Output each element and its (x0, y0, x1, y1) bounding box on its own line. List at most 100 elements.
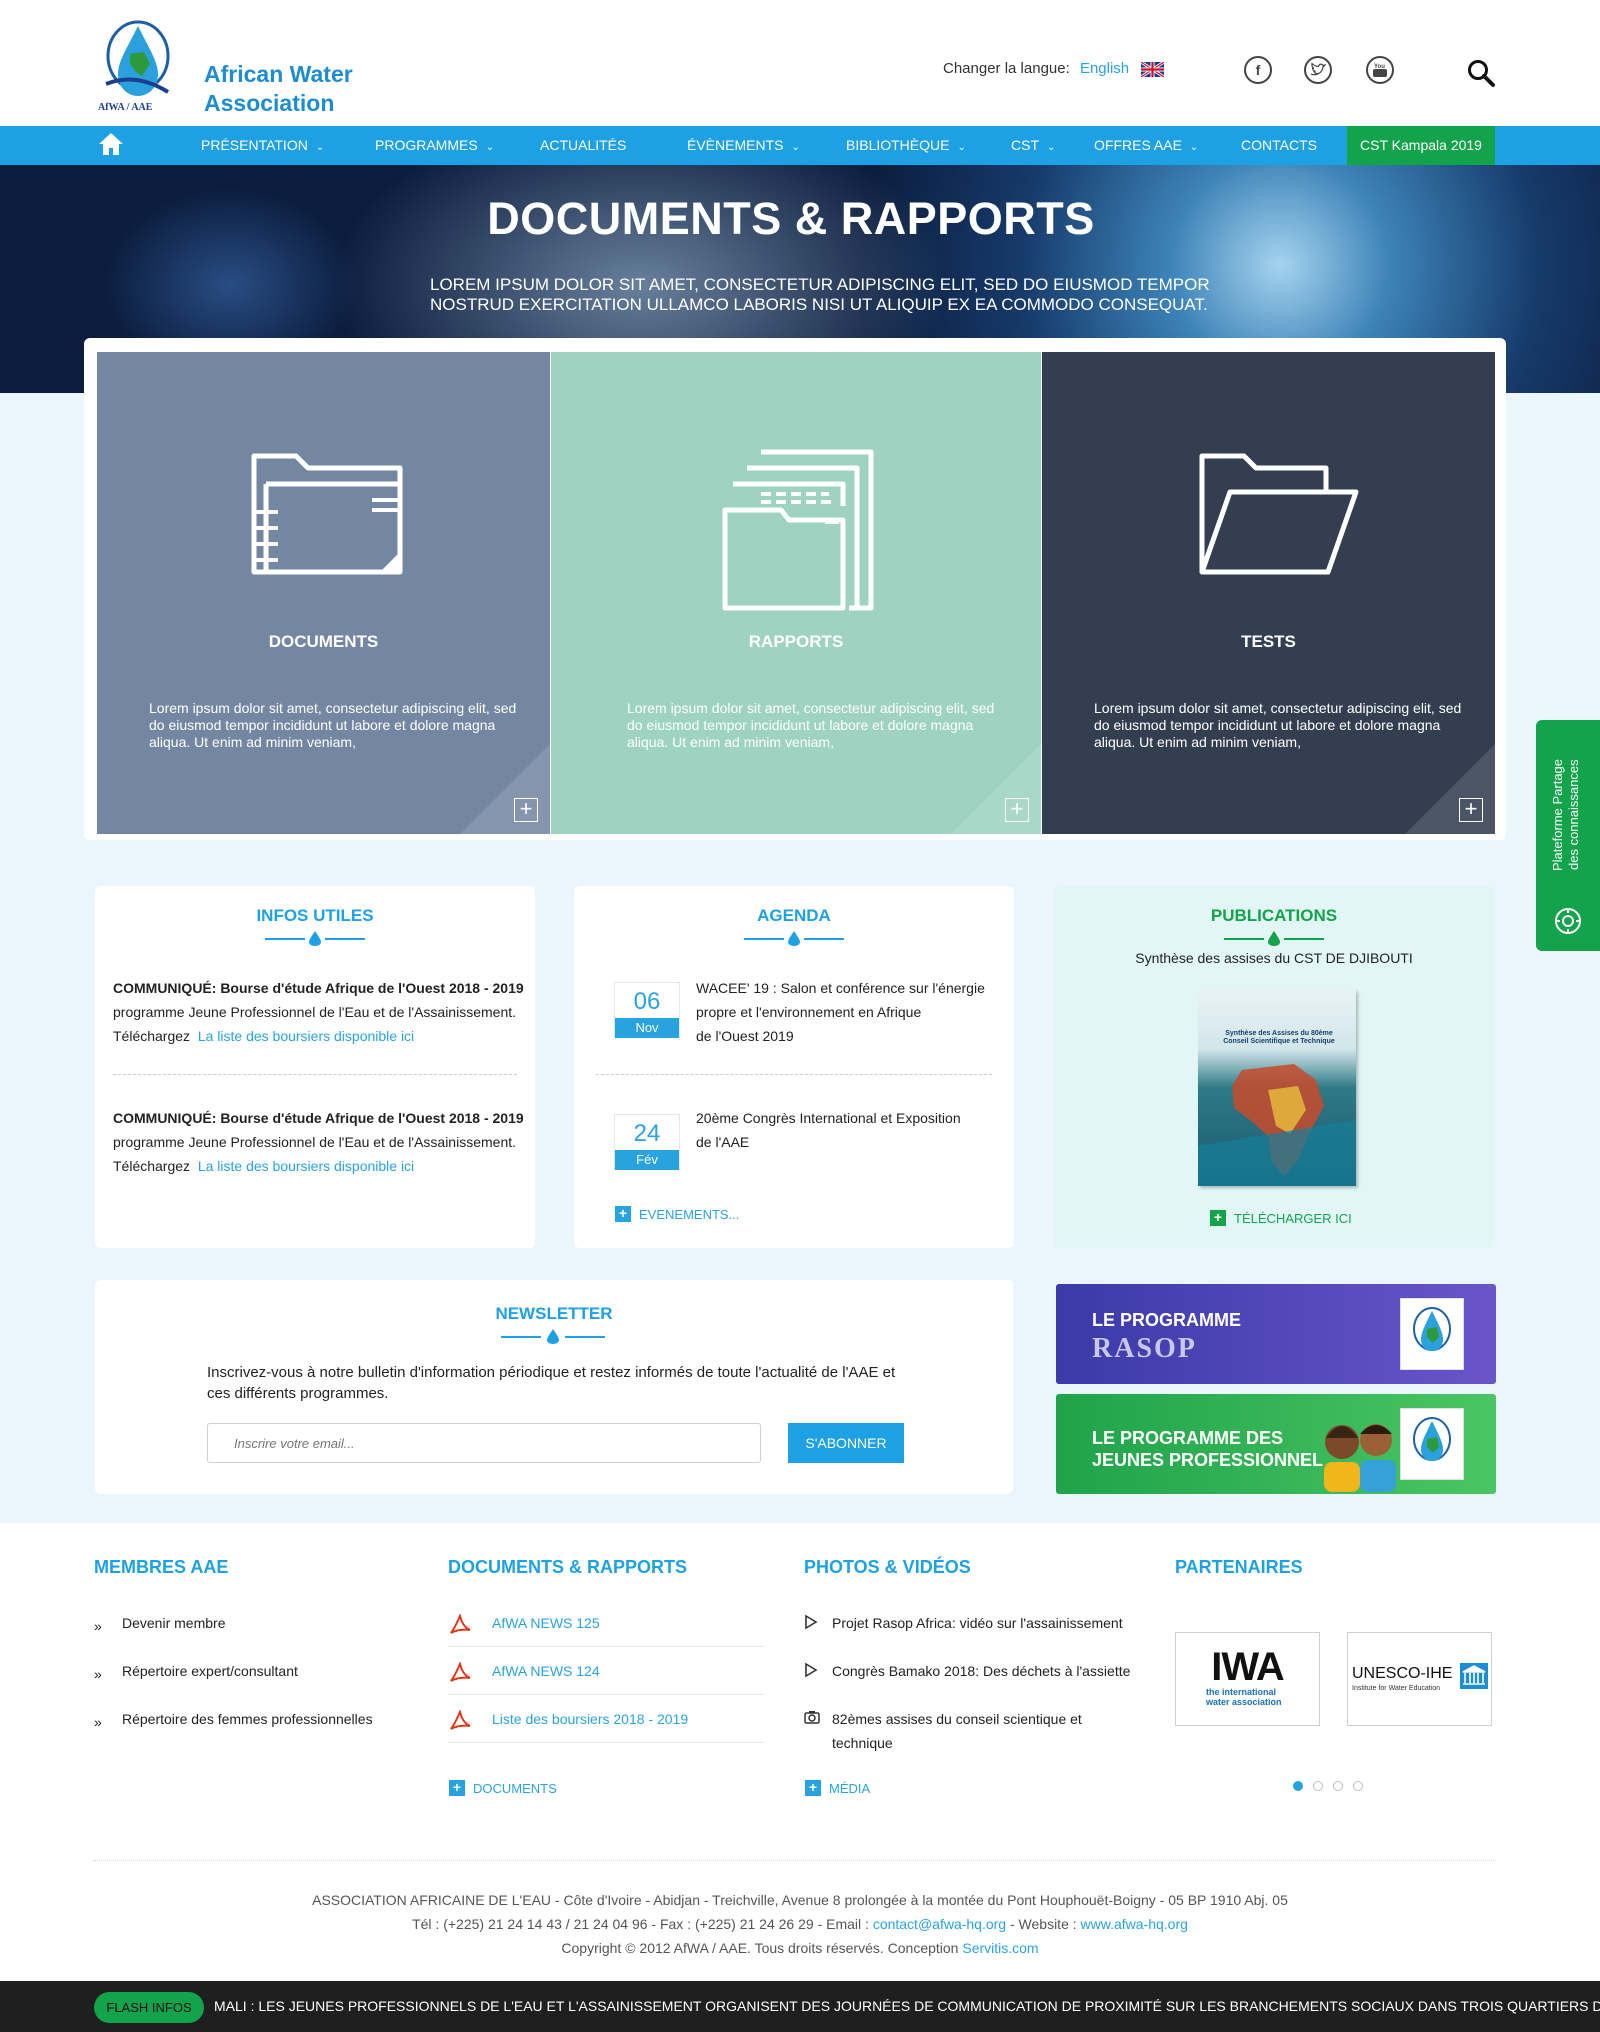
agenda-event-link[interactable]: WACEE' 19 : Salon et conférence sur l'én… (696, 976, 985, 1048)
nav-item-programmes[interactable]: PROGRAMMES ⌄ (375, 126, 494, 165)
knowledge-platform-tab[interactable]: Plateforme Partage des connaissances (1536, 720, 1600, 951)
carousel-dot[interactable] (1293, 1781, 1303, 1791)
nav-item-cst[interactable]: CST ⌄ (1011, 126, 1055, 165)
brand-name[interactable]: African Water Association (204, 60, 353, 118)
footer-doc-link[interactable]: Liste des boursiers 2018 - 2019 (448, 1707, 688, 1731)
main-nav: PRÉSENTATION ⌄ PROGRAMMES ⌄ ACTUALITÉS ÉVÈ… (0, 126, 1600, 165)
jeunes-professionnels-banner[interactable]: LE PROGRAMME DES JEUNES PROFESSIONNEL (1056, 1394, 1496, 1494)
card-tests[interactable]: TESTS Lorem ipsum dolor sit amet, consec… (1042, 352, 1495, 834)
nav-label: PROGRAMMES (375, 137, 478, 153)
unesco-logo-subtext: Institute for Water Education (1352, 1685, 1441, 1692)
footer-separator (94, 1860, 1496, 1861)
language-switcher: Changer la langue: English (943, 60, 1129, 77)
plus-icon: + (1210, 1210, 1226, 1226)
home-icon[interactable] (98, 132, 124, 156)
plus-icon: + (449, 1780, 465, 1796)
documents-more-link[interactable]: + DOCUMENTS (449, 1780, 557, 1796)
footer-link-label: Répertoire des femmes professionnelles (122, 1711, 373, 1727)
footer-divider (448, 1646, 764, 1647)
footer-documents-title: DOCUMENTS & RAPPORTS (448, 1557, 688, 1577)
media-more-link[interactable]: + MÉDIA (805, 1780, 870, 1796)
afwa-logo[interactable]: AfWA / AAE (96, 14, 176, 114)
unesco-logo-text: UNESCO-IHE (1352, 1665, 1453, 1682)
publication-cover[interactable]: Synthèse des Assises du 80ème Conseil Sc… (1198, 990, 1356, 1186)
footer-link-repertoire-expert[interactable]: » Répertoire expert/consultant (94, 1659, 298, 1683)
footer-link-repertoire-femmes[interactable]: » Répertoire des femmes professionnelles (94, 1707, 373, 1731)
agenda-text-line: de l'Ouest 2019 (696, 1028, 794, 1044)
nav-item-contacts[interactable]: CONTACTS (1241, 126, 1317, 165)
chevron-down-icon: ⌄ (315, 142, 325, 153)
subscribe-button[interactable]: S'ABONNER (788, 1423, 904, 1463)
footer-doc-link[interactable]: AfWA NEWS 125 (448, 1611, 600, 1635)
plus-icon[interactable]: + (1005, 798, 1029, 822)
evenements-more-link[interactable]: + EVENEMENTS... (615, 1206, 739, 1222)
nav-item-bibliotheque[interactable]: BIBLIOTHÈQUE ⌄ (846, 126, 966, 165)
telecharger-link[interactable]: + TÉLÉCHARGER ICI (1210, 1210, 1352, 1226)
footer-media-link[interactable]: 82èmes assises du conseil scientique et … (804, 1707, 1104, 1755)
flash-info-badge: FLASH INFOS (94, 1992, 204, 2023)
nav-item-offres[interactable]: OFFRES AAE ⌄ (1094, 126, 1198, 165)
card-documents[interactable]: DOCUMENTS Lorem ipsum dolor sit amet, co… (97, 352, 550, 834)
card-title: DOCUMENTS (268, 632, 379, 651)
pdf-icon (450, 1614, 471, 1634)
download-label: TÉLÉCHARGER ICI (1234, 1210, 1352, 1226)
footer-link-devenir-membre[interactable]: » Devenir membre (94, 1611, 225, 1635)
carousel-dot[interactable] (1353, 1781, 1363, 1791)
flash-info-bar: FLASH INFOS MALI : LES JEUNES PROFESSION… (0, 1981, 1600, 2032)
partner-unesco-logo[interactable]: UNESCO-IHE Institute for Water Education (1347, 1632, 1492, 1726)
hero-subtitle-line-1: LOREM IPSUM DOLOR SIT AMET, CONSECTETUR … (430, 275, 1210, 294)
panel-title: PUBLICATIONS (1210, 906, 1338, 925)
nav-item-presentation[interactable]: PRÉSENTATION ⌄ (201, 126, 324, 165)
folder-icon (251, 453, 403, 575)
flash-info-ticker[interactable]: MALI : LES JEUNES PROFESSIONNELS DE L'EA… (214, 1981, 1600, 2032)
plus-icon[interactable]: + (1459, 798, 1483, 822)
nav-item-evenements[interactable]: ÉVÈNEMENTS ⌄ (687, 126, 800, 165)
boursiers-link[interactable]: La liste des boursiers disponible ici (198, 1158, 414, 1174)
footer-email-link[interactable]: contact@afwa-hq.org (873, 1916, 1006, 1932)
carousel-dot[interactable] (1333, 1781, 1343, 1791)
iwa-logo-subtext: the international water association (1206, 1687, 1282, 1707)
side-tab-label: Plateforme Partage des connaissances (1550, 750, 1590, 880)
footer-membres-title: MEMBRES AAE (94, 1557, 229, 1577)
footer-website-link[interactable]: www.afwa-hq.org (1081, 1916, 1188, 1932)
facebook-icon[interactable]: f (1244, 56, 1272, 84)
afwa-logo-small (1400, 1298, 1464, 1370)
twitter-icon[interactable] (1304, 56, 1332, 84)
footer-address-block: ASSOCIATION AFRICAINE DE L'EAU - Côte d'… (0, 1888, 1600, 1960)
search-icon[interactable] (1466, 58, 1496, 88)
double-chevron-icon: » (94, 1618, 102, 1634)
card-rapports[interactable]: RAPPORTS Lorem ipsum dolor sit amet, con… (551, 352, 1041, 834)
footer-divider (448, 1742, 764, 1743)
hero-subtitle: LOREM IPSUM DOLOR SIT AMET, CONSECTETUR … (430, 275, 1230, 315)
info-divider (113, 1074, 517, 1075)
agenda-text-line: de l'AAE (696, 1134, 750, 1150)
newsletter-panel: NEWSLETTER Inscrivez-vous à notre bullet… (95, 1280, 1013, 1494)
side-tab-line: des connaissances (1566, 759, 1581, 871)
nav-item-actualites[interactable]: ACTUALITÉS (540, 126, 626, 165)
boursiers-link[interactable]: La liste des boursiers disponible ici (198, 1028, 414, 1044)
card-title: RAPPORTS (748, 632, 844, 651)
footer-designer-link[interactable]: Servitis.com (962, 1940, 1038, 1956)
plus-icon: + (805, 1780, 821, 1796)
footer-media-link[interactable]: Congrès Bamako 2018: Des déchets à l'ass… (804, 1659, 1130, 1683)
footer-link-label: Répertoire expert/consultant (122, 1663, 298, 1679)
partner-iwa-logo[interactable]: IWA the international water association (1175, 1632, 1320, 1726)
logo-caption: AfWA / AAE (98, 102, 153, 113)
side-tab-line: Plateforme Partage (1550, 759, 1565, 872)
publications-panel: PUBLICATIONS Synthèse des assises du CST… (1054, 886, 1494, 1248)
youtube-icon[interactable]: You (1366, 56, 1394, 84)
carousel-dot[interactable] (1313, 1781, 1323, 1791)
language-english-link[interactable]: English (1080, 60, 1129, 77)
footer-doc-link[interactable]: AfWA NEWS 124 (448, 1659, 600, 1683)
plus-icon[interactable]: + (514, 798, 538, 822)
plus-icon: + (615, 1206, 631, 1222)
footer-divider (448, 1694, 764, 1695)
footer-media-link[interactable]: Projet Rasop Africa: vidéo sur l'assaini… (804, 1611, 1123, 1635)
infos-utiles-panel: INFOS UTILES COMMUNIQUÉ: Bourse d'étude … (95, 886, 535, 1248)
nav-cst-kampala-button[interactable]: CST Kampala 2019 (1347, 126, 1495, 165)
rasop-program-banner[interactable]: LE PROGRAMME RASOP (1056, 1284, 1496, 1384)
footer-link-label: Congrès Bamako 2018: Des déchets à l'ass… (832, 1663, 1131, 1679)
email-input[interactable] (207, 1423, 761, 1463)
uk-flag-icon[interactable] (1141, 62, 1164, 77)
agenda-event-link[interactable]: 20ème Congrès International et Expositio… (696, 1106, 961, 1154)
